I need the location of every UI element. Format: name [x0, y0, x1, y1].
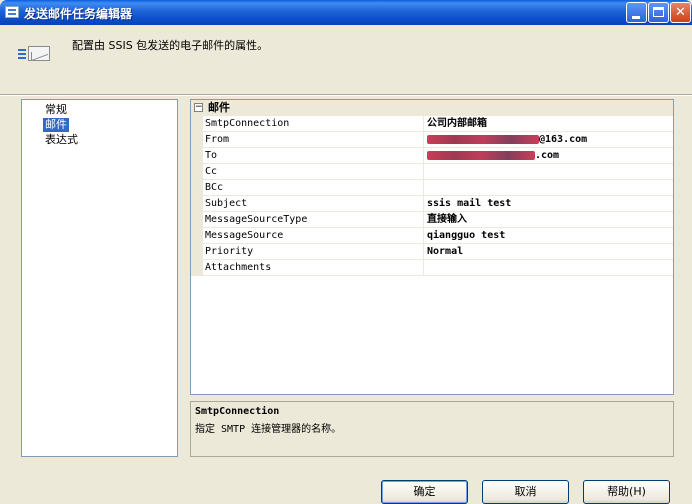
- property-value[interactable]: [427, 180, 671, 195]
- property-row-attachments[interactable]: Attachments: [203, 260, 673, 276]
- property-value[interactable]: [427, 164, 671, 179]
- property-row-subject[interactable]: Subject ssis mail test: [203, 196, 673, 212]
- redaction-mark: [427, 150, 535, 160]
- property-value[interactable]: qiangguo test: [427, 228, 671, 243]
- property-value[interactable]: 直接输入: [427, 212, 671, 227]
- property-name: Priority: [205, 244, 424, 259]
- property-name: Attachments: [205, 260, 424, 275]
- description-text: 指定 SMTP 连接管理器的名称。: [195, 424, 342, 435]
- maximize-icon: [653, 7, 664, 17]
- maximize-button[interactable]: [648, 2, 669, 23]
- property-value[interactable]: Normal: [427, 244, 671, 259]
- dialog-header: 配置由 SSIS 包发送的电子邮件的属性。: [0, 25, 692, 96]
- category-label: 邮件: [208, 101, 230, 114]
- description-title: SmtpConnection: [195, 406, 280, 417]
- property-row-messagesource[interactable]: MessageSource qiangguo test: [203, 228, 673, 244]
- minimize-icon: [632, 16, 640, 19]
- property-name: SmtpConnection: [205, 116, 424, 131]
- property-name: Subject: [205, 196, 424, 211]
- title-bar: 发送邮件任务编辑器 ✕: [0, 0, 692, 25]
- nav-item-general[interactable]: 常规: [43, 103, 69, 117]
- window-title: 发送邮件任务编辑器: [24, 7, 133, 21]
- minimize-button[interactable]: [626, 2, 647, 23]
- header-description: 配置由 SSIS 包发送的电子邮件的属性。: [72, 39, 269, 52]
- property-value[interactable]: [427, 260, 671, 275]
- property-row-cc[interactable]: Cc: [203, 164, 673, 180]
- property-name: BCc: [205, 180, 424, 195]
- property-row-bcc[interactable]: BCc: [203, 180, 673, 196]
- property-grid[interactable]: − 邮件 SmtpConnection 公司内部邮箱 From @163.com…: [190, 99, 674, 395]
- cancel-button[interactable]: 取消: [482, 480, 569, 504]
- ok-button[interactable]: 确定: [381, 480, 468, 504]
- page-list[interactable]: 常规 邮件 表达式: [21, 99, 178, 457]
- property-name: To: [205, 148, 424, 163]
- property-row-messagesourcetype[interactable]: MessageSourceType 直接输入: [203, 212, 673, 228]
- header-divider: [0, 94, 692, 96]
- property-name: From: [205, 132, 424, 147]
- property-description-pane: SmtpConnection 指定 SMTP 连接管理器的名称。: [190, 401, 674, 457]
- category-mail[interactable]: − 邮件: [191, 100, 673, 116]
- mail-envelope-icon: [18, 44, 52, 68]
- property-row-from[interactable]: From @163.com: [203, 132, 673, 148]
- redaction-mark: [427, 134, 539, 144]
- property-value[interactable]: 公司内部邮箱: [427, 116, 671, 131]
- property-value-redacted[interactable]: .com: [427, 148, 671, 163]
- help-button[interactable]: 帮助(H): [583, 480, 670, 504]
- property-name: MessageSource: [205, 228, 424, 243]
- property-row-priority[interactable]: Priority Normal: [203, 244, 673, 260]
- property-name: Cc: [205, 164, 424, 179]
- property-row-smtpconnection[interactable]: SmtpConnection 公司内部邮箱: [203, 116, 673, 132]
- window-icon: [5, 6, 19, 18]
- property-row-to[interactable]: To .com: [203, 148, 673, 164]
- nav-item-expressions[interactable]: 表达式: [43, 133, 80, 147]
- grid-gutter: [191, 116, 203, 276]
- collapse-icon[interactable]: −: [194, 103, 203, 112]
- nav-item-mail[interactable]: 邮件: [43, 118, 69, 132]
- close-icon: ✕: [675, 5, 686, 20]
- property-value[interactable]: ssis mail test: [427, 196, 671, 211]
- property-value-redacted[interactable]: @163.com: [427, 132, 671, 147]
- property-name: MessageSourceType: [205, 212, 424, 227]
- close-button[interactable]: ✕: [670, 2, 691, 23]
